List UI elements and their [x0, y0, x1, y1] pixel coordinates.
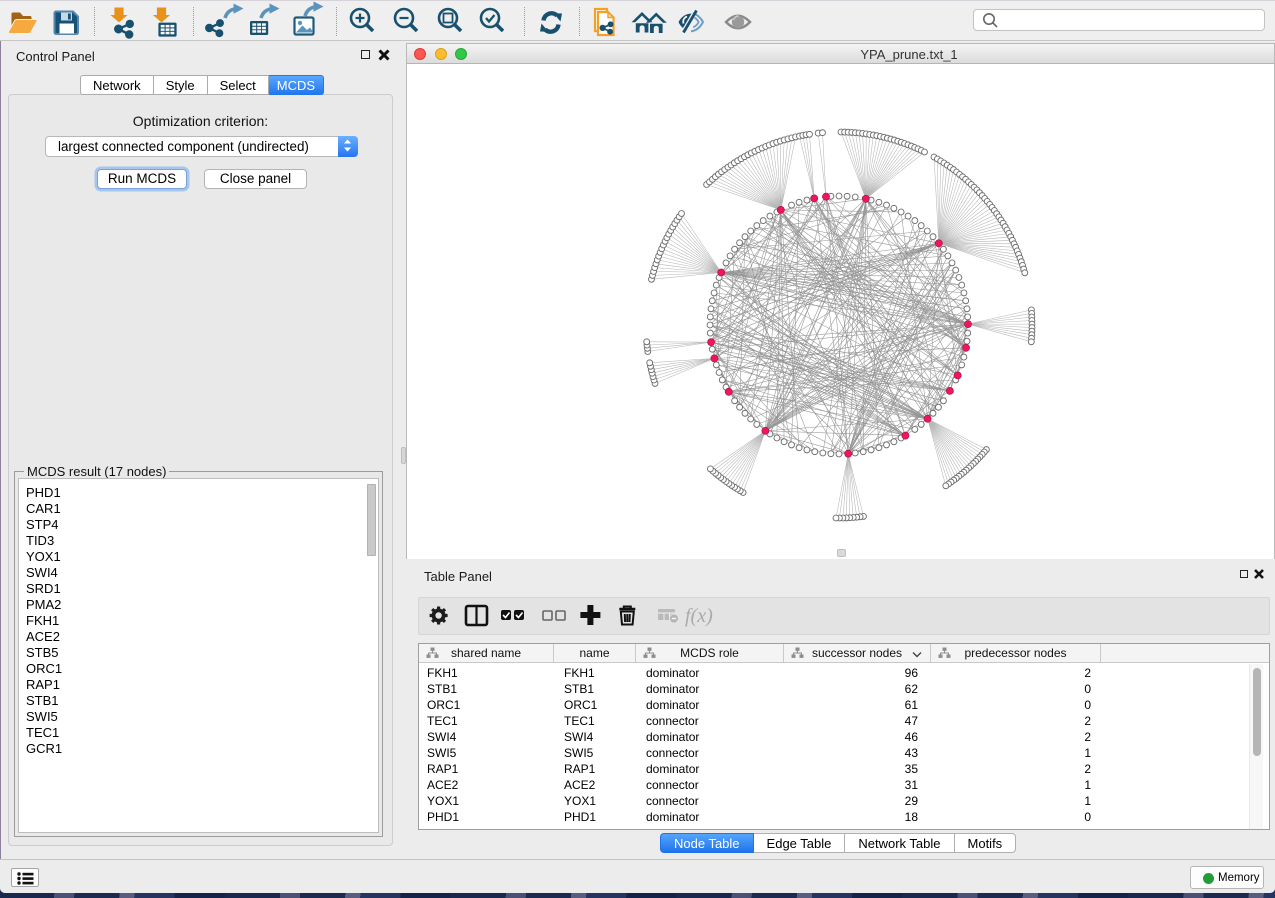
svg-text:f(x): f(x): [685, 605, 713, 627]
